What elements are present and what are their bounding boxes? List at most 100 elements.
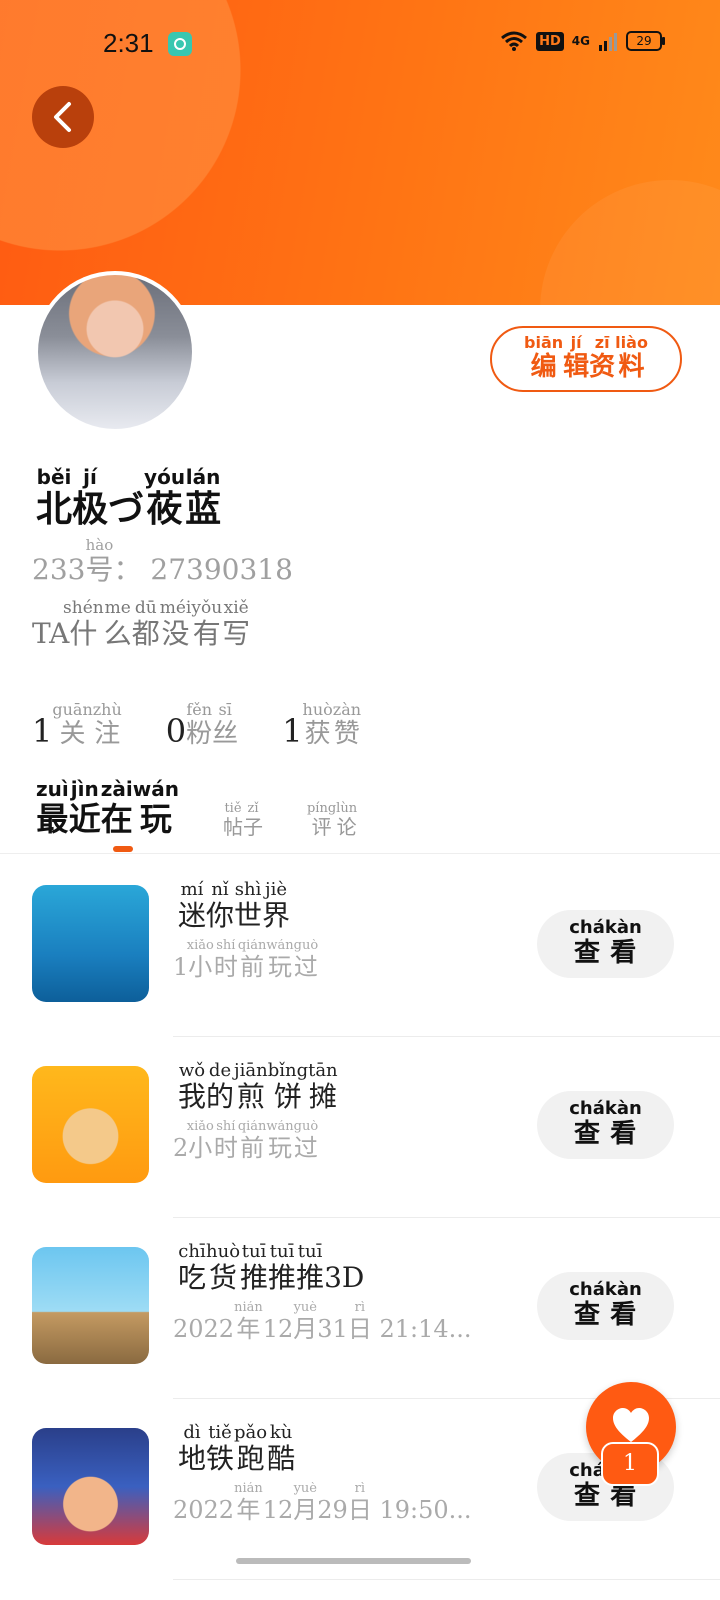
name-char: づ [108,489,145,530]
name-char: 莜yóu [144,465,186,530]
tab-label-char: 评píng [306,801,337,839]
game-title-char: 货huò [206,1241,241,1294]
status-icons: HD 4G 29 [500,30,665,52]
edit-profile-label: 编biān辑jí资zī料liào [524,333,648,383]
tab-label-char: 最zuì [36,777,69,838]
played-date-char: 日rì [347,1482,372,1524]
game-title-char: 酷kù [267,1422,296,1475]
stat-label-char: 粉fěn [186,700,213,749]
status-bar: 2:31 HD 4G 29 [0,28,720,62]
game-title-char: 推tuī [268,1241,297,1294]
view-game-button[interactable]: 查chá看kàn [537,1272,674,1340]
edit-profile-char: 编biān [524,333,564,382]
game-title-char: 推tuī [296,1241,325,1294]
tab-divider [0,853,720,854]
tab-label-char: 子zǐ [242,801,263,839]
stat-count: 1 [282,712,303,750]
tab-1[interactable]: 帖tiě子zǐ [222,801,263,840]
played-ago-char: 小xiǎo [186,1120,214,1162]
pancake-stall-icon[interactable] [32,1066,149,1183]
profile-id: 233号hào： 27390318 [32,536,293,588]
game-title-char: 迷mí [178,879,207,932]
game-row[interactable]: 我wǒ的de煎jiān饼bǐng摊tān 2小xiǎo时shí前qián玩wán过… [0,1036,720,1218]
stat-item-0[interactable]: 1关guān注zhù [32,700,122,750]
played-ago-char: 前qián [237,1120,267,1162]
back-button[interactable] [32,86,94,148]
played-date-char: 12 [262,1496,294,1524]
played-date-char: 2022 [173,1315,235,1343]
tab-label-char: 论lùn [336,801,358,839]
game-title-char: 吃chī [178,1241,207,1294]
edit-profile-char: 辑jí [563,333,590,382]
home-indicator[interactable] [236,1558,471,1564]
tab-label-char: 在zài [100,777,133,838]
notification-app-icon [168,32,192,56]
name-char: 北běi [36,465,73,530]
id-number: 27390318 [150,553,293,586]
stat-item-2[interactable]: 1获huò赞zàn [282,700,362,750]
game-title-char: 地dì [178,1422,207,1475]
stat-item-1[interactable]: 0粉fěn丝sī [165,700,239,750]
avatar[interactable] [34,271,196,433]
tab-label-char: 帖tiě [222,801,243,839]
tab-2[interactable]: 评píng论lùn [306,801,358,840]
game-title-char: 铁tiě [206,1422,235,1475]
played-date-char: 2022 [173,1496,235,1524]
bio-char: 都dū [131,598,160,650]
subway-surfers-icon[interactable] [32,1428,149,1545]
game-title: 我wǒ的de煎jiān饼bǐng摊tān [178,1060,338,1115]
played-ago-char: 时shí [213,1120,238,1162]
stat-count: 0 [165,712,187,750]
stats-row: 1关guān注zhù 0粉fěn丝sī 1获huò赞zàn [32,700,362,750]
played-ago-char: 前qián [237,939,267,981]
wifi-icon [501,31,528,51]
stat-label-char: 赞zàn [332,700,362,749]
view-label-char: 查chá [569,1279,605,1330]
played-date-char: 21:14... [371,1315,472,1343]
tab-label-char: 玩wán [132,777,179,838]
view-label-char: 看kàn [604,917,642,968]
stat-label-char: 丝sī [212,700,239,749]
active-tab-indicator [113,846,133,852]
like-count-badge: 1 [601,1442,659,1486]
chevron-left-icon [54,102,71,132]
played-date-char: 19:50... [371,1496,472,1524]
game-title: 吃chī货huò推tuī推tuī推tuī3D [178,1241,365,1294]
profile-name: 北běi极jíづ莜yóu蓝lán [36,465,221,532]
edit-profile-char: 资zī [589,333,616,382]
played-date-char: 月yuè [293,1482,318,1524]
played-date-char: 29 [317,1496,348,1524]
view-game-button[interactable]: 查chá看kàn [537,1091,674,1159]
game-row[interactable]: 迷mí你nǐ世shì界jiè 1小xiǎo时shí前qián玩wán过guò 查ch… [0,855,720,1037]
played-date-char: 日rì [347,1301,372,1343]
stat-label-char: 注zhù [92,700,122,749]
view-game-button[interactable]: 查chá看kàn [537,910,674,978]
bio-char: 没méi [159,598,192,650]
name-char: 极jí [72,465,109,530]
edit-profile-button[interactable]: 编biān辑jí资zī料liào [490,326,682,392]
bio-char: 写xiě [222,598,251,650]
push-game-icon[interactable] [32,1247,149,1364]
played-ago-char: 时shí [213,939,238,981]
stat-label-char: 关guān [52,700,93,749]
edit-profile-char: 料liào [615,333,648,382]
game-title-char: 煎jiān [234,1060,268,1113]
game-title-char: 你nǐ [206,879,235,932]
mini-world-icon[interactable] [32,885,149,1002]
game-row[interactable]: 吃chī货huò推tuī推tuī推tuī3D 2022年nián12月yuè31日… [0,1217,720,1399]
stat-count: 1 [32,712,53,750]
stat-label-char: 获huò [302,700,333,749]
bio-char: 么me [103,598,132,650]
game-title-char: 的de [206,1060,235,1113]
view-label-char: 看kàn [604,1279,642,1330]
tab-0[interactable]: 最zuì近jìn在zài玩wán [36,777,179,840]
played-ago-char: 小xiǎo [186,939,214,981]
game-title-char: 我wǒ [178,1060,207,1113]
game-last-played: 1小xiǎo时shí前qián玩wán过guò [173,939,319,981]
played-ago-char: 玩wán [266,939,294,981]
profile-header-banner: 2:31 HD 4G 29 [0,0,720,305]
heart-icon [613,1408,649,1442]
view-label-char: 查chá [569,917,605,968]
game-title-char: 跑pǎo [234,1422,268,1475]
played-date-char: 12 [262,1315,294,1343]
